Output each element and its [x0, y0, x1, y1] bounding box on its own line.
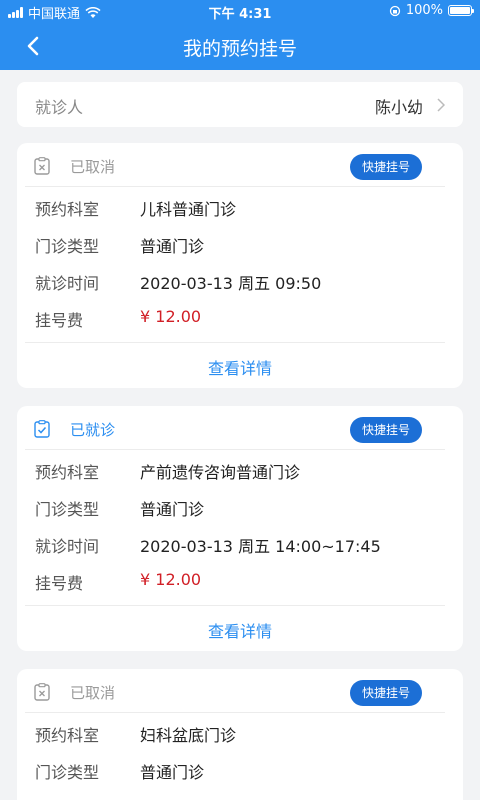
page-title: 我的预约挂号: [182, 38, 297, 60]
time-row: 就诊时间 2020-03-13 周五 09:50: [35, 270, 321, 294]
dept-row: 预约科室 妇科盆底门诊: [35, 722, 236, 746]
fee-label: 挂号费: [35, 574, 84, 593]
patient-label: 就诊人: [35, 98, 84, 117]
appointment-status: 已就诊: [70, 421, 116, 439]
appointment-card: 已取消 快捷挂号 预约科室 妇科盆底门诊 门诊类型 普通门诊: [17, 669, 463, 800]
status-bar: 中国联通 下午 4:31 100%: [0, 0, 480, 22]
cancelled-clipboard-icon: [34, 683, 50, 701]
type-value: 普通门诊: [140, 237, 205, 256]
appointment-status: 已取消: [70, 158, 116, 176]
type-row: 门诊类型 普通门诊: [35, 233, 204, 257]
card-header: 已取消 快捷挂号: [17, 669, 463, 713]
view-details-link[interactable]: 查看详情: [17, 355, 463, 379]
fee-value: ¥ 12.00: [140, 570, 202, 589]
status-right: 100%: [389, 3, 474, 18]
checked-clipboard-icon: [34, 420, 50, 438]
appointment-card: 已取消 快捷挂号 预约科室 儿科普通门诊 门诊类型 普通门诊 就诊时间 2020…: [17, 143, 463, 388]
divider: [25, 449, 445, 450]
fee-row: 挂号费 ¥ 12.00: [35, 570, 201, 594]
time-value: 2020-03-13 周五 14:00~17:45: [140, 537, 381, 556]
divider: [25, 712, 445, 713]
type-label: 门诊类型: [35, 763, 100, 782]
dept-label: 预约科室: [35, 463, 100, 482]
appointment-card: 已就诊 快捷挂号 预约科室 产前遗传咨询普通门诊 门诊类型 普通门诊 就诊时间 …: [17, 406, 463, 651]
type-label: 门诊类型: [35, 237, 100, 256]
time-value: 2020-03-13 周五 09:50: [140, 274, 322, 293]
dept-label: 预约科室: [35, 726, 100, 745]
card-header: 已取消 快捷挂号: [17, 143, 463, 187]
patient-name: 陈小幼: [374, 98, 423, 117]
nav-bar: 我的预约挂号: [0, 22, 480, 70]
appointment-status: 已取消: [70, 684, 116, 702]
type-value: 普通门诊: [140, 500, 205, 519]
battery-percent: 100%: [405, 3, 443, 18]
dept-value: 儿科普通门诊: [140, 200, 237, 219]
dept-value: 产前遗传咨询普通门诊: [140, 463, 301, 482]
time-row: 就诊时间 2020-03-13 周五 14:00~17:45: [35, 533, 381, 557]
time-label: 就诊时间: [35, 274, 100, 293]
quick-register-button[interactable]: 快捷挂号: [349, 417, 422, 443]
cancelled-clipboard-icon: [34, 157, 50, 175]
battery-icon: [448, 5, 474, 16]
chevron-right-icon: [437, 98, 445, 112]
fee-row: 挂号费 ¥ 12.00: [35, 307, 201, 331]
card-header: 已就诊 快捷挂号: [17, 406, 463, 450]
dept-label: 预约科室: [35, 200, 100, 219]
view-details-link[interactable]: 查看详情: [17, 618, 463, 642]
quick-register-button[interactable]: 快捷挂号: [349, 680, 422, 706]
quick-register-button[interactable]: 快捷挂号: [349, 154, 422, 180]
divider: [25, 342, 445, 343]
fee-value: ¥ 12.00: [140, 307, 202, 326]
divider: [25, 186, 445, 187]
patient-selector[interactable]: 就诊人 陈小幼: [17, 82, 463, 127]
type-value: 普通门诊: [140, 763, 205, 782]
time-label: 就诊时间: [35, 537, 100, 556]
dept-value: 妇科盆底门诊: [140, 726, 237, 745]
dept-row: 预约科室 儿科普通门诊: [35, 196, 236, 220]
dept-row: 预约科室 产前遗传咨询普通门诊: [35, 459, 300, 483]
divider: [25, 605, 445, 606]
type-row: 门诊类型 普通门诊: [35, 496, 204, 520]
fee-label: 挂号费: [35, 311, 84, 330]
type-row: 门诊类型 普通门诊: [35, 759, 204, 783]
orientation-lock-icon: [389, 5, 400, 16]
type-label: 门诊类型: [35, 500, 100, 519]
